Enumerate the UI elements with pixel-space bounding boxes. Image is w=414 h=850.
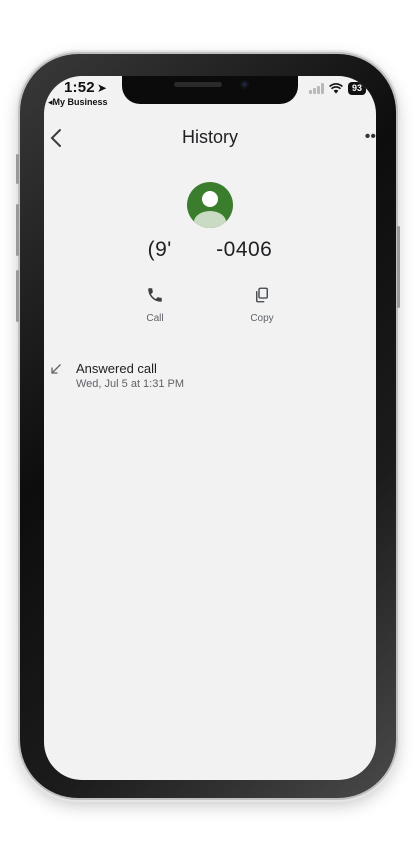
contact-avatar bbox=[187, 182, 233, 228]
person-icon bbox=[194, 191, 226, 228]
contact-phone-number: (9' -0406 bbox=[147, 238, 273, 261]
page-title: History bbox=[181, 127, 238, 147]
more-options-icon[interactable]: •• bbox=[365, 128, 376, 146]
volume-up-button bbox=[16, 204, 19, 256]
phone-icon bbox=[148, 288, 162, 302]
cellular-signal-icon bbox=[308, 83, 324, 94]
call-label: Call bbox=[146, 313, 164, 324]
status-time-text: 1:52 bbox=[64, 79, 95, 96]
power-button bbox=[397, 226, 400, 308]
copy-label: Copy bbox=[250, 313, 274, 324]
screen: 1:52 ➤ ◂My Business 93 History •• (9' -04… bbox=[44, 76, 376, 780]
copy-icon bbox=[256, 287, 268, 303]
call-button[interactable]: Call bbox=[125, 286, 185, 324]
status-time: 1:52 ➤ bbox=[64, 79, 107, 96]
speaker-grille bbox=[174, 82, 222, 87]
call-history-item[interactable]: Answered call Wed, Jul 5 at 1:31 PM bbox=[44, 358, 376, 398]
incoming-arrow-icon bbox=[51, 364, 61, 374]
battery-indicator: 93 bbox=[347, 82, 366, 95]
mute-switch bbox=[16, 154, 19, 184]
volume-down-button bbox=[16, 270, 19, 322]
location-arrow-icon: ➤ bbox=[96, 81, 108, 95]
copy-button[interactable]: Copy bbox=[232, 286, 292, 324]
notch bbox=[122, 76, 298, 104]
status-indicators: 93 bbox=[308, 82, 366, 95]
back-to-app-link[interactable]: ◂My Business bbox=[48, 97, 108, 108]
call-type-label: Answered call bbox=[76, 361, 157, 376]
back-to-app-label: My Business bbox=[52, 97, 108, 107]
call-timestamp: Wed, Jul 5 at 1:31 PM bbox=[76, 378, 185, 390]
front-camera bbox=[240, 80, 249, 89]
wifi-icon bbox=[329, 83, 343, 94]
